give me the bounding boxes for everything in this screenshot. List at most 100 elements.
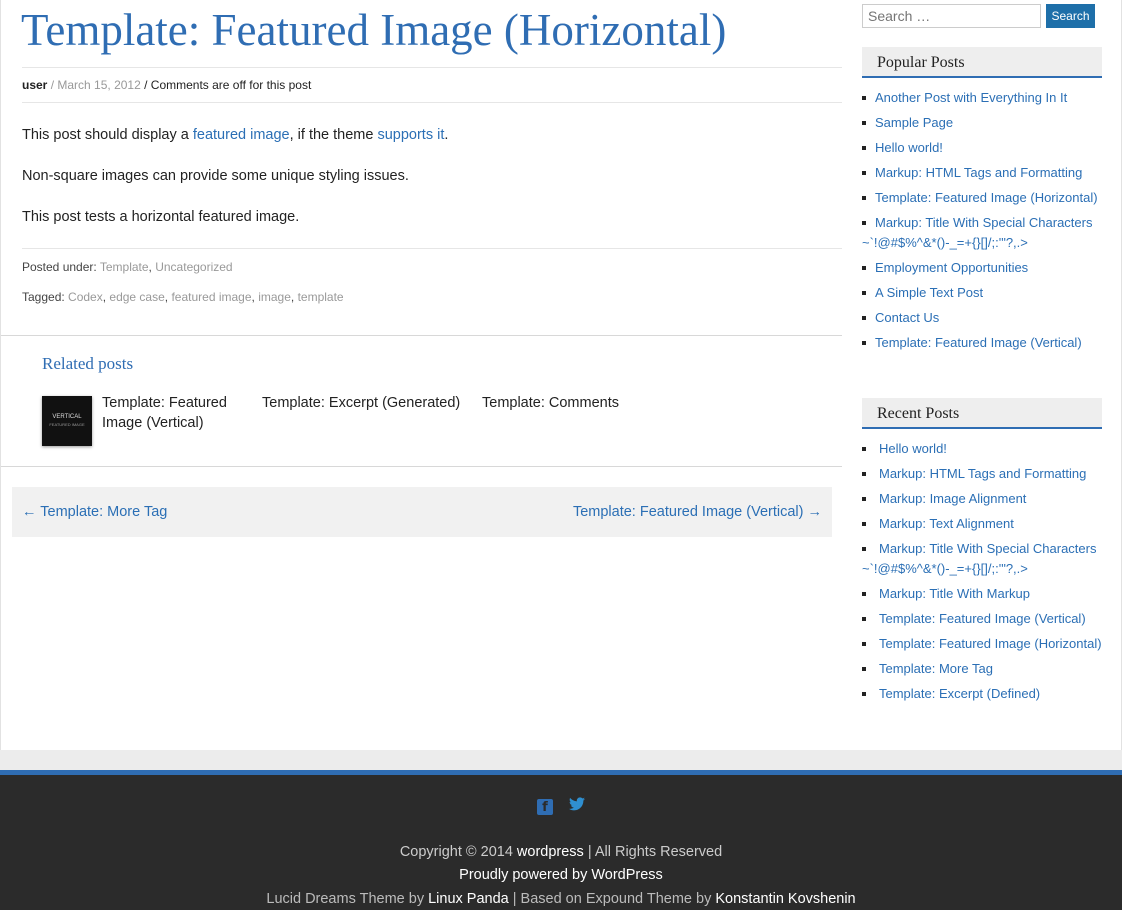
list-item: Markup: Text Alignment [862,514,1102,534]
popular-post-link[interactable]: Template: Featured Image (Horizontal) [875,190,1098,205]
related-post-link[interactable]: Template: Excerpt (Generated) [262,393,472,413]
recent-post-link[interactable]: Markup: Text Alignment [879,516,1014,531]
related-thumbnail[interactable]: VERTICAL FEATURED IMAGE [42,396,92,446]
twitter-bird-shape [569,797,586,811]
previous-post-link[interactable]: ← Template: More Tag [22,504,167,520]
popular-posts-list: Another Post with Everything In It Sampl… [862,88,1102,358]
popular-post-link[interactable]: Another Post with Everything In It [875,90,1067,105]
comments-note: / Comments are off for this post [144,78,312,92]
site-footer: f Copyright © 2014 wordpress | All Right… [0,770,1122,910]
recent-post-link[interactable]: Hello world! [879,441,947,456]
popular-post-link[interactable]: Template: Featured Image (Vertical) [875,335,1082,350]
related-post-link[interactable]: Template: Featured Image (Vertical) [102,393,242,433]
categories-row: Posted under: Template, Uncategorized [22,260,233,274]
list-item: Template: Featured Image (Vertical) [862,333,1102,353]
para1-text-c: . [444,127,449,143]
tag-link-template[interactable]: template [298,290,344,304]
list-item: Template: Excerpt (Defined) [862,684,1102,704]
list-item: Template: Featured Image (Horizontal) [862,634,1102,654]
theme-credit-mid: | Based on Expound Theme by [508,891,716,907]
post-title: Template: Featured Image (Horizontal) [21,5,727,55]
popular-post-link[interactable]: A Simple Text Post [875,285,983,300]
post-taxonomy: Posted under: Template, Uncategorized Ta… [22,248,842,309]
list-item: Contact Us [862,308,1102,328]
tag-link-image[interactable]: image [258,290,291,304]
recent-post-link[interactable]: Template: More Tag [879,661,993,676]
category-link-uncategorized[interactable]: Uncategorized [155,260,232,274]
recent-post-link[interactable]: Markup: HTML Tags and Formatting [879,466,1086,481]
divider [1,466,842,467]
popular-post-link[interactable]: Markup: HTML Tags and Formatting [875,165,1082,180]
list-item: Sample Page [862,113,1102,133]
category-link-template[interactable]: Template [100,260,149,274]
recent-posts-list: Hello world! Markup: HTML Tags and Forma… [862,439,1102,709]
recent-post-link[interactable]: Template: Excerpt (Defined) [879,686,1040,701]
tags-row: Tagged: Codex, edge case, featured image… [22,290,344,304]
list-item: A Simple Text Post [862,283,1102,303]
recent-post-link[interactable]: Template: Featured Image (Vertical) [879,611,1086,626]
related-posts-section: Related posts [42,354,133,374]
list-item: Markup: Title With Special Characters ~`… [862,539,1102,579]
list-item: Template: More Tag [862,659,1102,679]
recent-post-link[interactable]: Markup: Title With Special Characters ~`… [862,541,1096,576]
powered-by-line: Proudly powered by WordPress [459,867,663,883]
post-meta: user / March 15, 2012 / Comments are off… [22,67,842,103]
social-links: f [0,797,1122,815]
paragraph-3: This post tests a horizontal featured im… [22,209,300,225]
paragraph-1: This post should display a featured imag… [22,126,822,144]
main-content: Template: Featured Image (Horizontal) us… [1,0,842,750]
list-item: Hello world! [862,439,1102,459]
supports-it-link[interactable]: supports it [377,127,444,143]
base-author-link[interactable]: Konstantin Kovshenin [715,891,855,907]
recent-post-link[interactable]: Markup: Image Alignment [879,491,1026,506]
list-item: Another Post with Everything In It [862,88,1102,108]
facebook-icon[interactable]: f [536,799,553,815]
tag-link-featured-image[interactable]: featured image [171,290,251,304]
recent-post-link[interactable]: Markup: Title With Markup [879,586,1030,601]
list-item: Markup: Image Alignment [862,489,1102,509]
tag-link-codex[interactable]: Codex [68,290,103,304]
post-date-link[interactable]: March 15, 2012 [57,78,140,92]
popular-post-link[interactable]: Markup: Title With Special Characters ~`… [862,215,1092,250]
twitter-icon[interactable] [569,797,586,813]
copyright-suffix: | All Rights Reserved [583,844,723,860]
recent-post-link[interactable]: Template: Featured Image (Horizontal) [879,636,1102,651]
para1-text-a: This post should display a [22,127,193,143]
site-name-link[interactable]: wordpress [517,844,584,860]
paragraph-2: Non-square images can provide some uniqu… [22,168,409,184]
posted-under-label: Posted under: [22,260,97,274]
featured-image-link[interactable]: featured image [193,127,290,143]
post-navigation: ← Template: More Tag Template: Featured … [12,487,832,537]
popular-post-link[interactable]: Employment Opportunities [875,260,1028,275]
page-container: Template: Featured Image (Horizontal) us… [0,0,1122,750]
list-item: Markup: Title With Special Characters ~`… [862,213,1102,253]
list-item: Markup: Title With Markup [862,584,1102,604]
copyright-line: Copyright © 2014 wordpress | All Rights … [0,844,1122,860]
tag-link-edge-case[interactable]: edge case [109,290,164,304]
para1-text-b: , if the theme [289,127,378,143]
theme-credit-prefix: Lucid Dreams Theme by [266,891,429,907]
related-posts-list: VERTICAL FEATURED IMAGE Template: Featur… [42,393,822,453]
post-content: This post should display a featured imag… [22,126,822,249]
tagged-label: Tagged: [22,290,65,304]
popular-post-link[interactable]: Hello world! [875,140,943,155]
copyright-prefix: Copyright © 2014 [399,844,517,860]
popular-post-link[interactable]: Sample Page [875,115,953,130]
list-item: Markup: HTML Tags and Formatting [862,163,1102,183]
popular-post-link[interactable]: Contact Us [875,310,939,325]
divider [1,335,842,336]
related-post-link[interactable]: Template: Comments [482,393,662,413]
thumb-subtext: FEATURED IMAGE [49,422,85,427]
theme-author-link[interactable]: Linux Panda [428,891,509,907]
recent-posts-title: Recent Posts [862,398,1102,429]
list-item: Template: Featured Image (Horizontal) [862,188,1102,208]
popular-posts-title: Popular Posts [862,47,1102,78]
thumb-text: VERTICAL [52,414,82,420]
author-link[interactable]: user [22,78,47,92]
list-item: Hello world! [862,138,1102,158]
list-item: Markup: HTML Tags and Formatting [862,464,1102,484]
search-input[interactable] [862,4,1041,28]
list-item: Employment Opportunities [862,258,1102,278]
next-post-link[interactable]: Template: Featured Image (Vertical) → [573,504,822,520]
search-button[interactable]: Search [1046,4,1095,28]
